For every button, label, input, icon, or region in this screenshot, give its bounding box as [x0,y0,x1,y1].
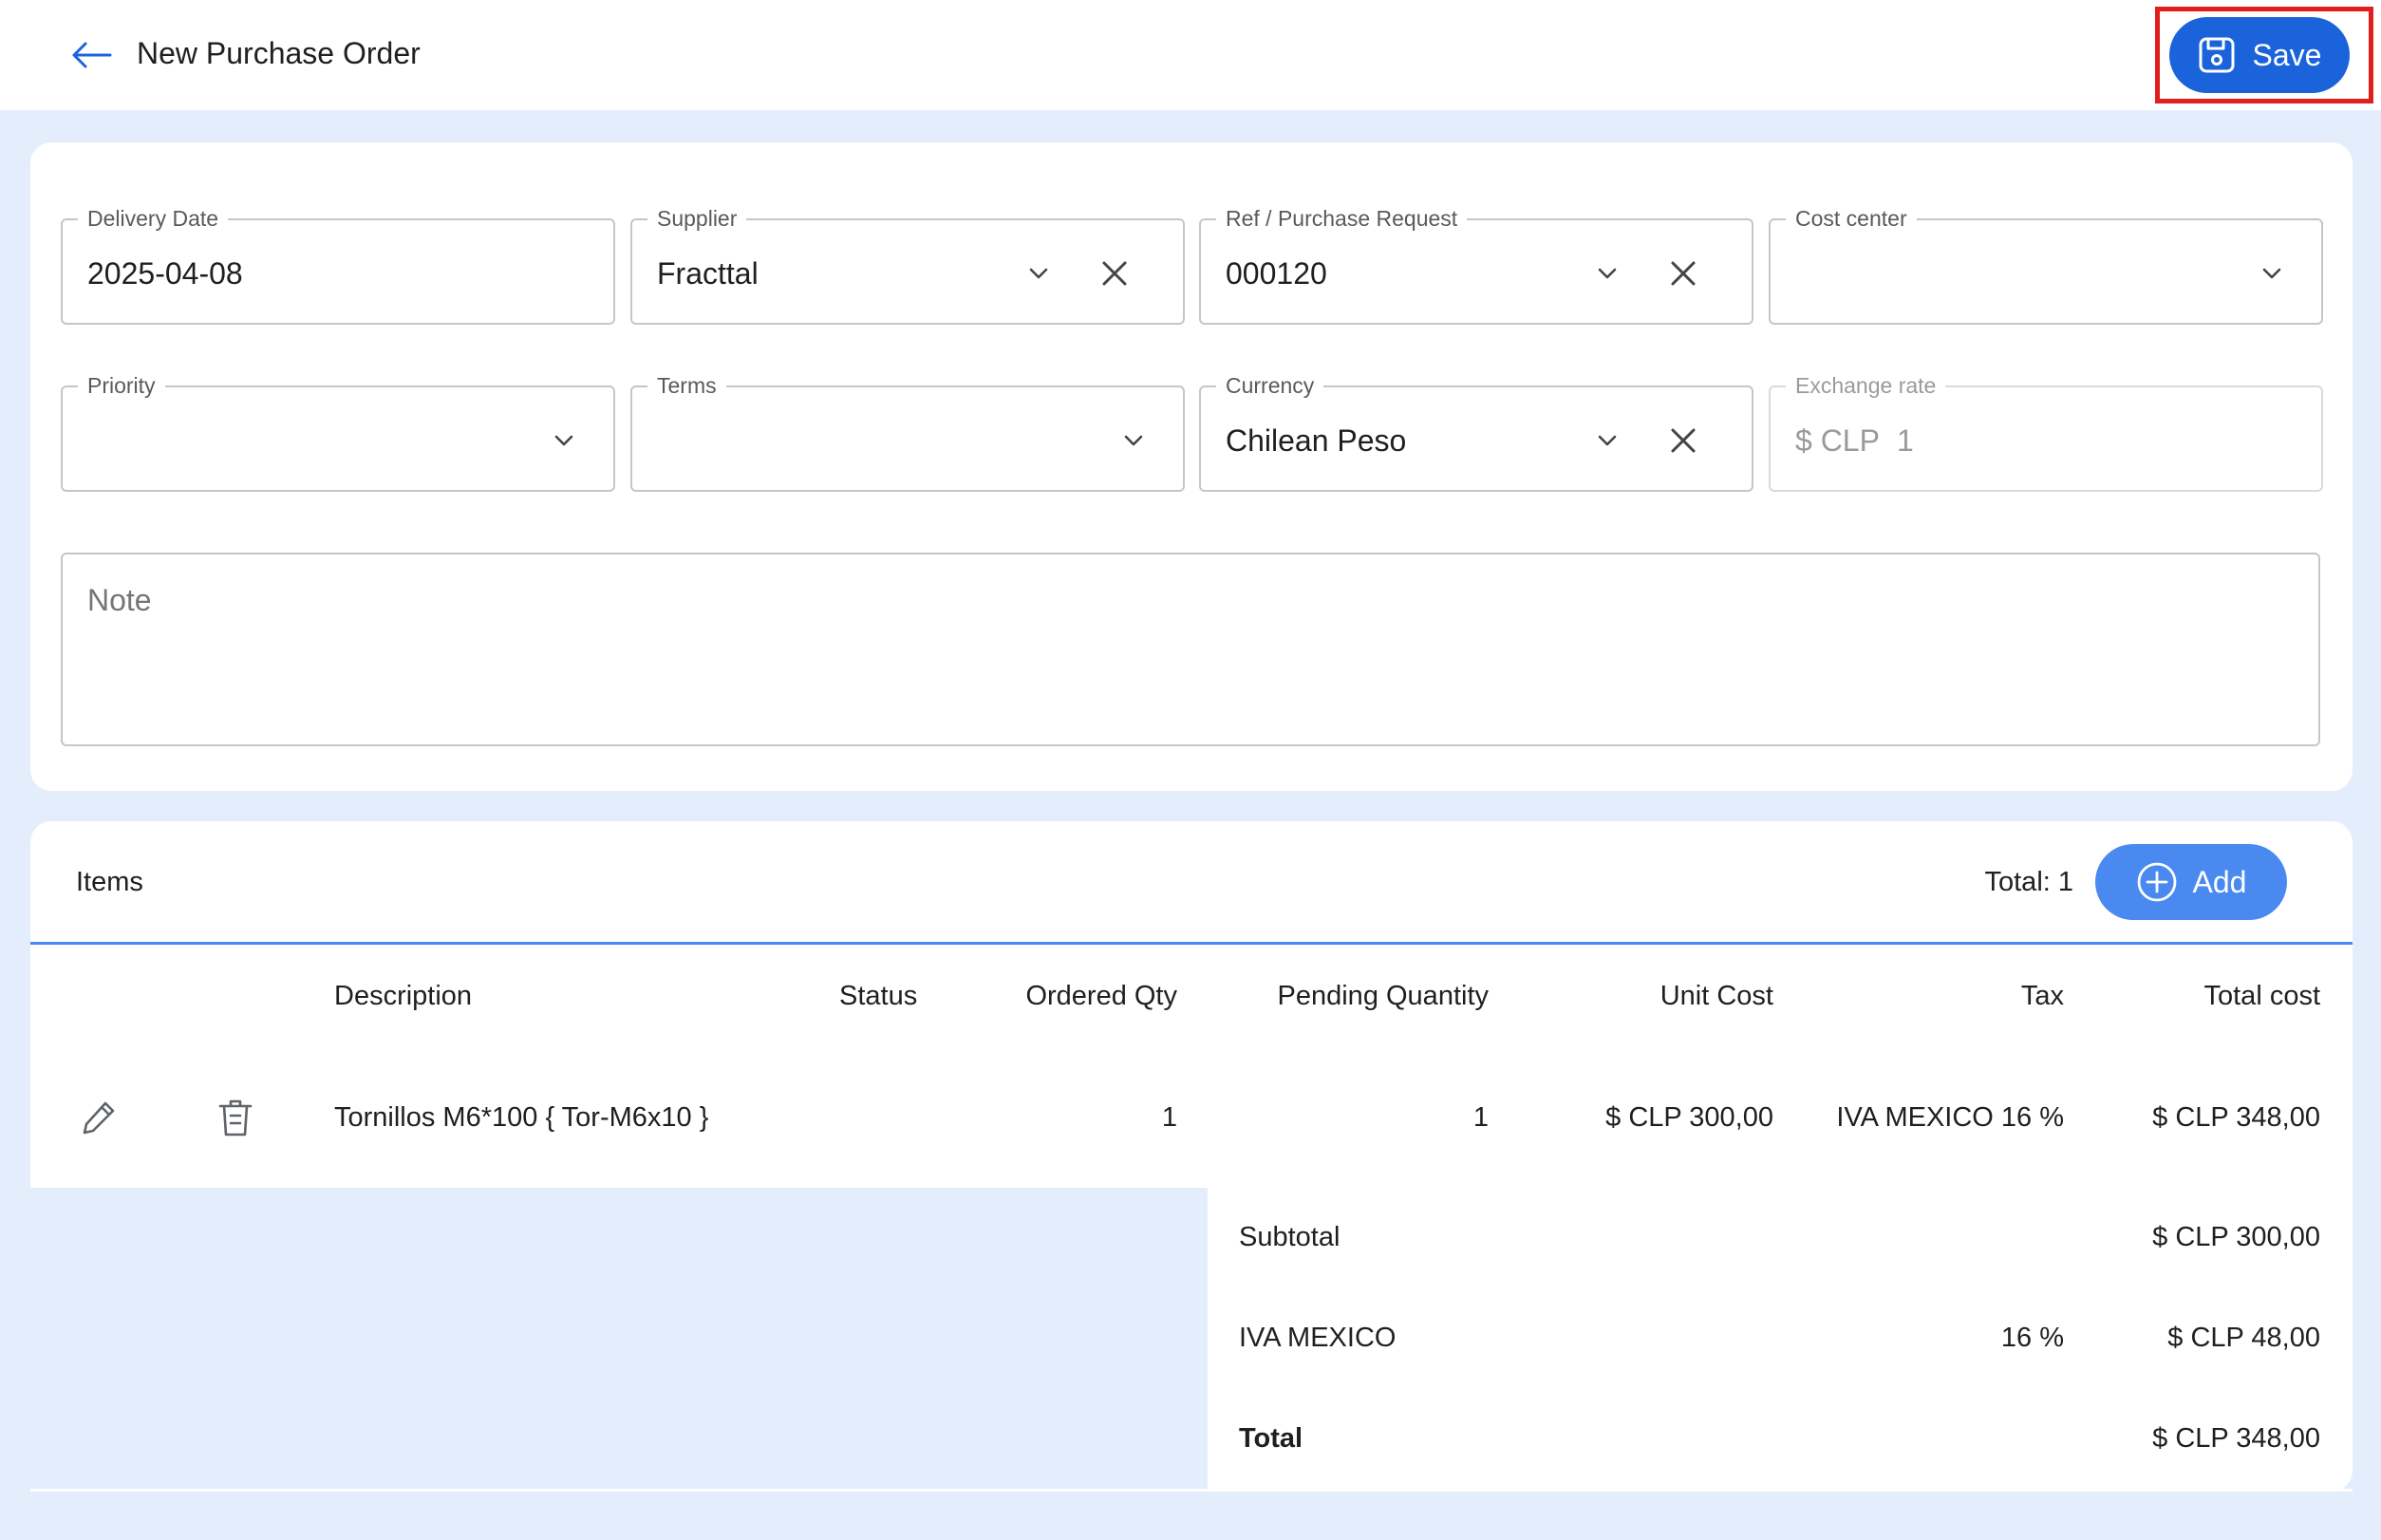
chevron-down-icon[interactable] [547,423,581,458]
plus-circle-icon [2137,862,2176,902]
items-card: Items Total: 1 Add Description Status Or… [30,821,2353,1492]
order-form-card: Delivery Date 2025-04-08 Supplier Fractt… [30,142,2353,791]
tax-label: IVA MEXICO [1239,1323,1397,1353]
tax-value: $ CLP 48,00 [2167,1323,2320,1353]
save-icon [2199,37,2235,73]
page-title: New Purchase Order [137,36,421,70]
column-header-pending-quantity: Pending Quantity [1277,981,1489,1011]
delete-item-button[interactable] [211,1093,260,1142]
delivery-date-value: 2025-04-08 [87,256,243,291]
arrow-left-icon [72,42,112,68]
column-header-description: Description [334,981,473,1011]
item-description: Tornillos M6*100 { Tor-M6x10 } [334,1102,709,1133]
item-tax: IVA MEXICO 16 % [1836,1102,2064,1133]
exchange-rate-prefix: $ CLP [1795,423,1880,458]
close-icon[interactable] [1096,254,1134,292]
cost-center-field[interactable]: Cost center [1769,205,2323,325]
save-button-label: Save [2252,37,2322,72]
supplier-field[interactable]: Supplier Fracttal [630,205,1185,325]
chevron-down-icon[interactable] [1590,423,1624,458]
subtotal-label: Subtotal [1239,1222,1340,1252]
save-button[interactable]: Save [2169,17,2350,93]
exchange-rate-value: 1 [1896,423,1914,458]
ref-purchase-request-label: Ref / Purchase Request [1216,205,1468,232]
total-value: $ CLP 348,00 [2152,1423,2320,1454]
terms-field[interactable]: Terms [630,372,1185,492]
ref-purchase-request-field[interactable]: Ref / Purchase Request 000120 [1199,205,1753,325]
close-icon[interactable] [1664,422,1702,460]
items-card-bottom-edge [30,1489,2353,1492]
items-title: Items [76,867,143,897]
item-unit-cost: $ CLP 300,00 [1605,1102,1773,1133]
chevron-down-icon[interactable] [1022,256,1056,291]
supplier-label: Supplier [647,205,747,232]
column-header-total-cost: Total cost [2203,981,2321,1011]
item-total-cost: $ CLP 348,00 [2152,1102,2320,1133]
items-header-divider [30,942,2353,945]
subtotal-value: $ CLP 300,00 [2152,1222,2320,1252]
item-ordered-qty: 1 [1161,1102,1177,1133]
close-icon[interactable] [1664,254,1702,292]
item-pending-quantity: 1 [1472,1102,1489,1133]
exchange-rate-label: Exchange rate [1786,372,1946,399]
exchange-rate-field: Exchange rate $ CLP 1 [1769,372,2323,492]
column-header-ordered-qty: Ordered Qty [1025,981,1177,1011]
chevron-down-icon[interactable] [1116,423,1151,458]
trash-icon [218,1099,253,1136]
column-header-unit-cost: Unit Cost [1659,981,1773,1011]
note-textarea[interactable]: Note [61,553,2320,746]
chevron-down-icon[interactable] [2255,256,2289,291]
delivery-date-field[interactable]: Delivery Date 2025-04-08 [61,205,615,325]
add-item-button[interactable]: Add [2095,844,2287,920]
edit-item-button[interactable] [74,1093,123,1142]
priority-label: Priority [78,372,165,399]
delivery-date-label: Delivery Date [78,205,229,232]
ref-purchase-request-value: 000120 [1226,256,1327,291]
items-total-count: Total: 1 [1984,867,2074,897]
back-button[interactable] [61,28,122,82]
priority-field[interactable]: Priority [61,372,615,492]
column-header-status: Status [839,981,918,1011]
pencil-icon [83,1101,115,1135]
summary-spacer [30,1188,1208,1492]
chevron-down-icon[interactable] [1590,256,1624,291]
cost-center-label: Cost center [1786,205,1917,232]
supplier-value: Fracttal [657,256,759,291]
total-label: Total [1239,1423,1303,1454]
currency-value: Chilean Peso [1226,423,1407,458]
column-header-tax: Tax [2020,981,2064,1011]
terms-label: Terms [647,372,726,399]
currency-field[interactable]: Currency Chilean Peso [1199,372,1753,492]
add-item-label: Add [2192,864,2247,899]
currency-label: Currency [1216,372,1324,399]
top-bar: New Purchase Order Save [0,0,2381,110]
note-placeholder: Note [87,583,152,617]
exchange-rate-value-wrap: $ CLP 1 [1795,420,1914,461]
